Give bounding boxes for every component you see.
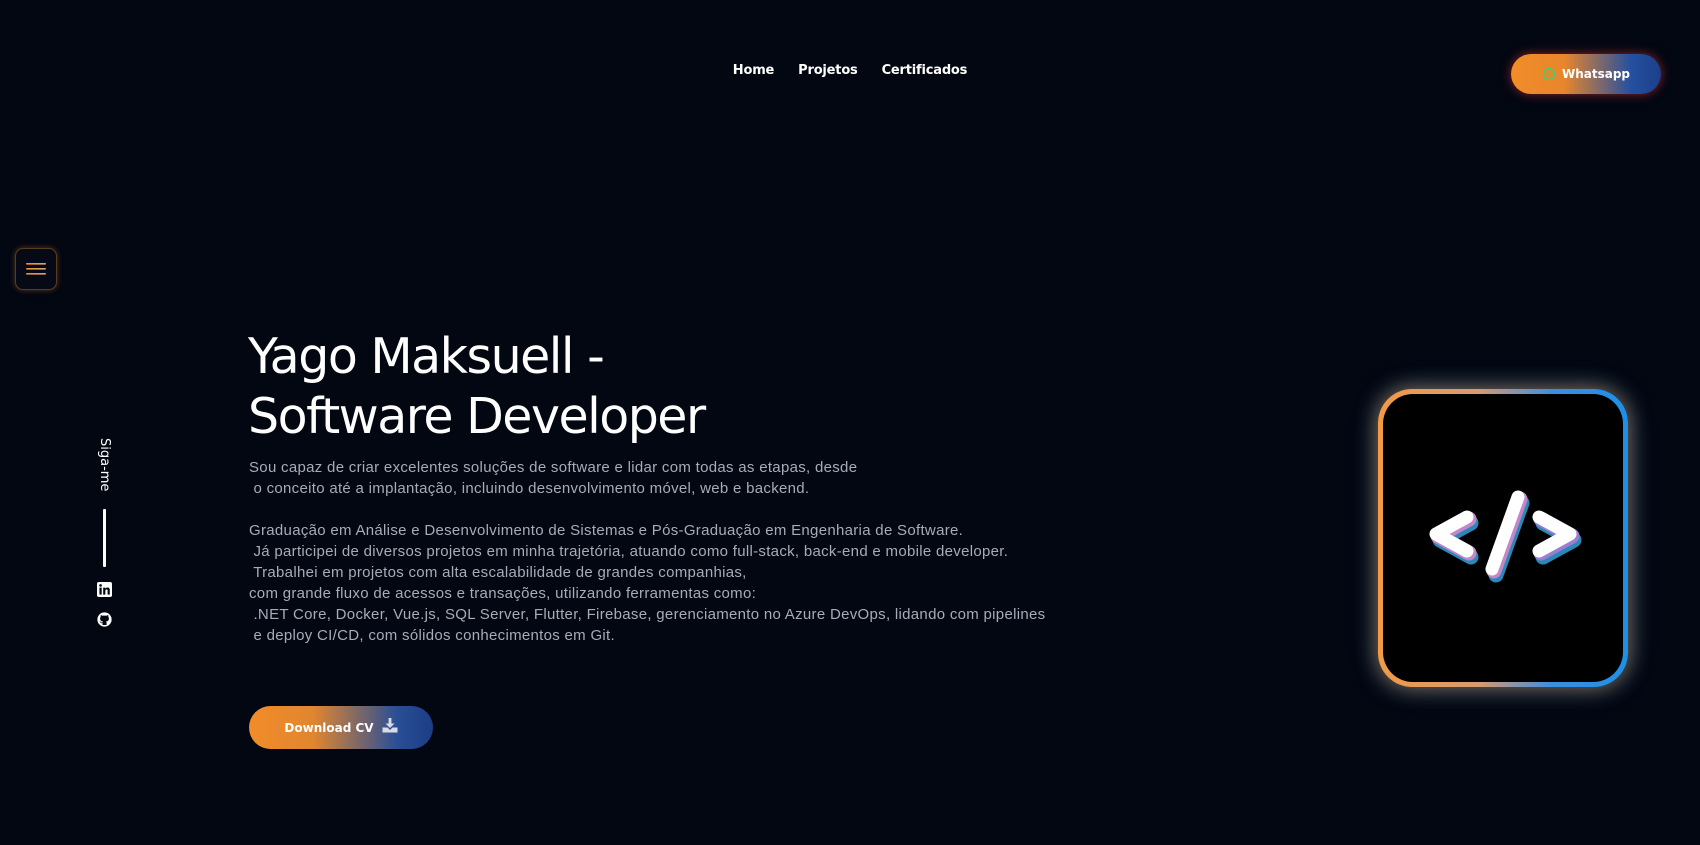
nav-projetos-link[interactable]: Projetos — [798, 63, 858, 78]
hero-title: Yago Maksuell - Software Developer — [248, 327, 706, 447]
hero-title-line-2: Software Developer — [248, 388, 706, 445]
hero-title-line-1: Yago Maksuell - — [248, 328, 605, 385]
description-line: com grande fluxo de acessos e transações… — [249, 585, 757, 602]
description-line: .NET Core, Docker, Vue.js, SQL Server, F… — [249, 606, 1046, 623]
description-line: Já participei de diversos projetos em mi… — [249, 543, 1009, 560]
page: Home Projetos Certificados Whatsapp Siga… — [0, 0, 1700, 845]
top-navigation: Home Projetos Certificados — [0, 63, 1700, 78]
download-cv-label: Download CV — [284, 720, 374, 735]
description-line: o conceito até a implantação, incluindo … — [249, 480, 810, 497]
social-divider — [102, 509, 106, 567]
nav-certificados-link[interactable]: Certificados — [882, 63, 968, 78]
menu-toggle-button[interactable] — [15, 248, 57, 290]
code-brackets-icon — [1423, 486, 1583, 590]
github-link[interactable] — [96, 611, 112, 631]
whatsapp-icon — [1542, 67, 1556, 81]
social-sidebar: Siga-me — [92, 438, 116, 629]
download-icon — [382, 718, 398, 737]
follow-label: Siga-me — [97, 438, 112, 492]
whatsapp-button-label: Whatsapp — [1561, 67, 1631, 81]
hamburger-menu-icon — [26, 262, 46, 276]
hero-image-card — [1378, 389, 1628, 687]
description-line: Graduação em Análise e Desenvolvimento d… — [249, 522, 964, 539]
linkedin-icon — [96, 581, 112, 601]
github-icon — [96, 611, 112, 631]
hero-image-inner — [1383, 394, 1623, 682]
description-line: e deploy CI/CD, com sólidos conhecimento… — [249, 627, 615, 644]
description-line: Trabalhei em projetos com alta escalabil… — [249, 564, 747, 581]
whatsapp-button[interactable]: Whatsapp — [1511, 54, 1661, 94]
nav-home-link[interactable]: Home — [733, 63, 775, 78]
linkedin-link[interactable] — [96, 581, 112, 601]
download-cv-button[interactable]: Download CV — [249, 706, 433, 749]
hero-description: Sou capaz de criar excelentes soluções d… — [249, 457, 1069, 646]
description-line: Sou capaz de criar excelentes soluções d… — [249, 459, 858, 476]
